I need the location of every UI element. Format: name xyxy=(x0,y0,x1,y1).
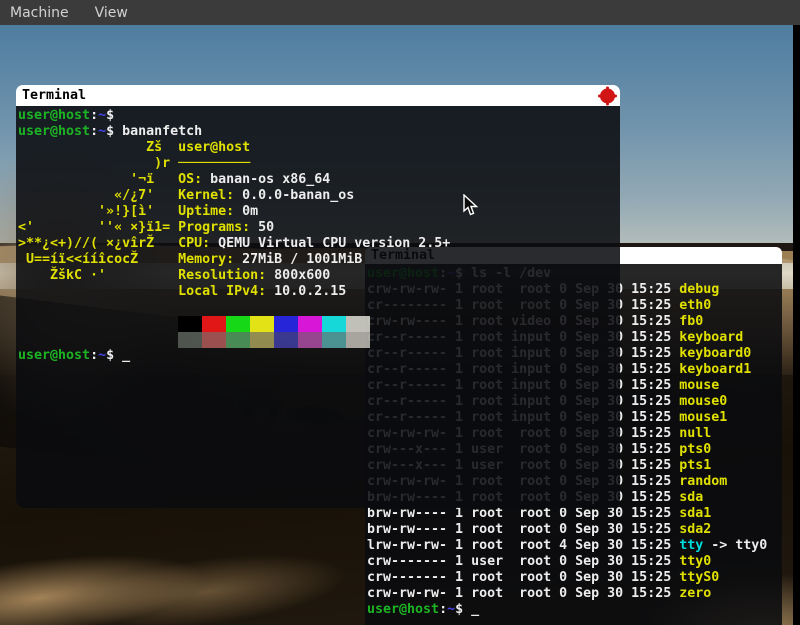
palette-bright-yellow xyxy=(250,332,274,348)
palette-bright-magenta xyxy=(298,332,322,348)
fetch-row: )r ───────── xyxy=(18,156,620,172)
fetch-row: '»!}[ì' Uptime: 0m xyxy=(18,204,620,220)
terminal-window-fetch[interactable]: Terminal user@host:~$ user@host:~$ banan… xyxy=(16,85,620,508)
fetch-row: «/¿7' Kernel: 0.0.0-banan_os xyxy=(18,188,620,204)
palette-row-bright xyxy=(18,332,620,348)
palette-yellow xyxy=(250,316,274,332)
fetch-row: U==íï<<ííîcocŽ Memory: 27MiB / 1001MiB xyxy=(18,252,620,268)
palette-bright-blue xyxy=(274,332,298,348)
dev-row: brw-rw---- 1 root root 0 Sep 30 15:25 sd… xyxy=(367,506,782,522)
dev-row: crw------- 1 root root 0 Sep 30 15:25 tt… xyxy=(367,570,782,586)
vm-menubar: Machine View xyxy=(0,0,800,25)
menu-view[interactable]: View xyxy=(95,5,128,21)
fetch-row: Local IPv4: 10.0.2.15 xyxy=(18,284,620,300)
palette-black xyxy=(178,316,202,332)
palette-bright-green xyxy=(226,332,250,348)
palette-bright-black xyxy=(178,332,202,348)
fetch-row: >**¿<+)//( ×¿vîrŽ CPU: QEMU Virtual CPU … xyxy=(18,236,620,252)
palette-bright-white xyxy=(346,332,370,348)
dev-row: crw-rw-rw- 1 root root 0 Sep 30 15:25 ze… xyxy=(367,586,782,602)
palette-bright-cyan xyxy=(322,332,346,348)
palette-blue xyxy=(274,316,298,332)
blank-row xyxy=(18,300,620,316)
fetch-row: ŽškC ·' Resolution: 800x600 xyxy=(18,268,620,284)
fetch-row: Zš user@host xyxy=(18,140,620,156)
prompt-line: user@host:~$ _ xyxy=(18,348,620,364)
cursor: _ xyxy=(471,602,479,617)
menu-machine[interactable]: Machine xyxy=(10,5,69,21)
fetch-row: '¬ï OS: banan-os x86_64 xyxy=(18,172,620,188)
dev-row: brw-rw---- 1 root root 0 Sep 30 15:25 sd… xyxy=(367,522,782,538)
dev-row: crw------- 1 user root 0 Sep 30 15:25 tt… xyxy=(367,554,782,570)
command-text: bananfetch xyxy=(122,124,202,139)
palette-white xyxy=(346,316,370,332)
cursor: _ xyxy=(122,348,130,363)
palette-row-normal xyxy=(18,316,620,332)
close-button[interactable] xyxy=(600,88,615,103)
terminal1-title: Terminal xyxy=(22,88,86,104)
fetch-row: <' ''« ×}ï1= Programs: 50 xyxy=(18,220,620,236)
palette-cyan xyxy=(322,316,346,332)
guest-screen: Terminal user@host:~$ ls -l /dev crw-rw-… xyxy=(0,25,800,625)
prompt-line: user@host:~$ _ xyxy=(367,602,782,618)
palette-red xyxy=(202,316,226,332)
palette-bright-red xyxy=(202,332,226,348)
terminal1-titlebar[interactable]: Terminal xyxy=(16,85,620,106)
prompt-line: user@host:~$ xyxy=(18,108,620,124)
dev-row-symlink: lrw-rw-rw- 1 root root 4 Sep 30 15:25 tt… xyxy=(367,538,782,554)
desktop-edge-strip xyxy=(793,25,800,625)
palette-green xyxy=(226,316,250,332)
prompt-line: user@host:~$ bananfetch xyxy=(18,124,620,140)
terminal1-content[interactable]: user@host:~$ user@host:~$ bananfetch Zš … xyxy=(16,106,620,508)
mouse-cursor-icon xyxy=(463,194,479,217)
palette-magenta xyxy=(298,316,322,332)
